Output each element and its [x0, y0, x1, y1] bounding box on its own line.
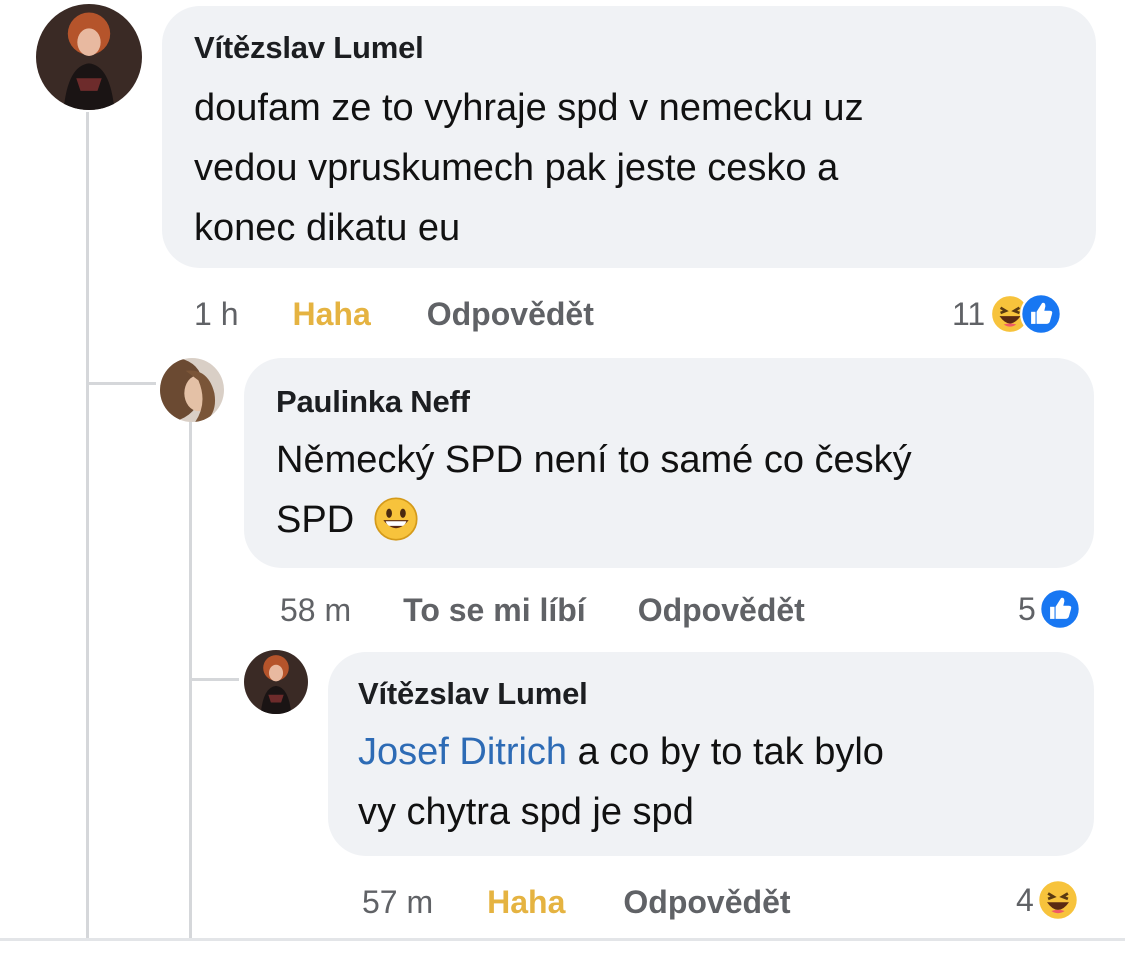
reaction-summary[interactable]: 4 [1016, 878, 1080, 922]
comment-bubble: Vítězslav Lumel Josef Ditrich a co by to… [328, 652, 1094, 856]
reaction-count: 11 [952, 295, 986, 332]
profile-photo-icon [160, 358, 224, 422]
comment-actions: 1 h Haha Odpovědět [194, 296, 594, 333]
comment-line: a co by to tak bylo [567, 731, 884, 773]
reaction-button[interactable]: Haha [292, 296, 370, 333]
comment-author[interactable]: Vítězslav Lumel [194, 30, 424, 66]
comment-author[interactable]: Vítězslav Lumel [358, 676, 588, 712]
like-button[interactable]: To se mi líbí [403, 592, 586, 629]
comment-line-with-emoji: SPD [276, 490, 912, 550]
comment-text: Josef Ditrich a co by to tak bylo vy chyt… [358, 722, 884, 842]
comment-text: doufam ze to vyhraje spd v nemecku uz ve… [194, 78, 864, 258]
comment-line: SPD [276, 499, 355, 541]
user-mention-link[interactable]: Josef Ditrich [358, 731, 567, 773]
comment-text: Německý SPD není to samé co český SPD [276, 430, 912, 550]
reaction-button[interactable]: Haha [487, 884, 565, 921]
comment-line: vedou vpruskumech pak jeste cesko a [194, 147, 839, 189]
comment-line: konec dikatu eu [194, 207, 461, 249]
comment-actions: 58 m To se mi líbí Odpovědět [280, 592, 805, 629]
comment-timestamp[interactable]: 58 m [280, 592, 351, 629]
thread-line-branch-1 [86, 382, 156, 385]
like-emoji-icon [1020, 293, 1063, 335]
like-emoji-icon [1038, 588, 1081, 630]
reaction-count: 4 [1016, 881, 1034, 918]
comment-timestamp[interactable]: 57 m [362, 884, 433, 921]
reaction-count: 5 [1018, 590, 1036, 627]
thread-line-main [86, 112, 89, 938]
reply-button[interactable]: Odpovědět [638, 592, 805, 629]
reply-button[interactable]: Odpovědět [427, 296, 594, 333]
reaction-summary[interactable]: 5 [1018, 587, 1082, 631]
comment-line: doufam ze to vyhraje spd v nemecku uz [194, 87, 864, 129]
reply-button[interactable]: Odpovědět [623, 884, 790, 921]
avatar[interactable] [244, 650, 308, 714]
haha-emoji-icon [1036, 879, 1079, 921]
avatar[interactable] [36, 4, 142, 110]
comment-thread: Vítězslav Lumel doufam ze to vyhraje spd… [0, 0, 1125, 955]
comment-line: Německý SPD není to samé co český [276, 439, 912, 481]
comment-bubble: Vítězslav Lumel doufam ze to vyhraje spd… [162, 6, 1096, 268]
comment-author[interactable]: Paulinka Neff [276, 384, 470, 420]
reaction-summary[interactable]: 11 [952, 292, 1063, 336]
avatar[interactable] [160, 358, 224, 422]
comment-bubble: Paulinka Neff Německý SPD není to samé c… [244, 358, 1094, 568]
profile-photo-icon [244, 650, 308, 714]
comment-timestamp[interactable]: 1 h [194, 296, 238, 333]
thread-line-branch-2 [189, 678, 239, 681]
comment-line: vy chytra spd je spd [358, 791, 694, 833]
comment-actions: 57 m Haha Odpovědět [362, 884, 791, 921]
smiley-emoji-icon [374, 497, 418, 541]
divider [0, 938, 1125, 941]
profile-photo-icon [36, 4, 142, 110]
